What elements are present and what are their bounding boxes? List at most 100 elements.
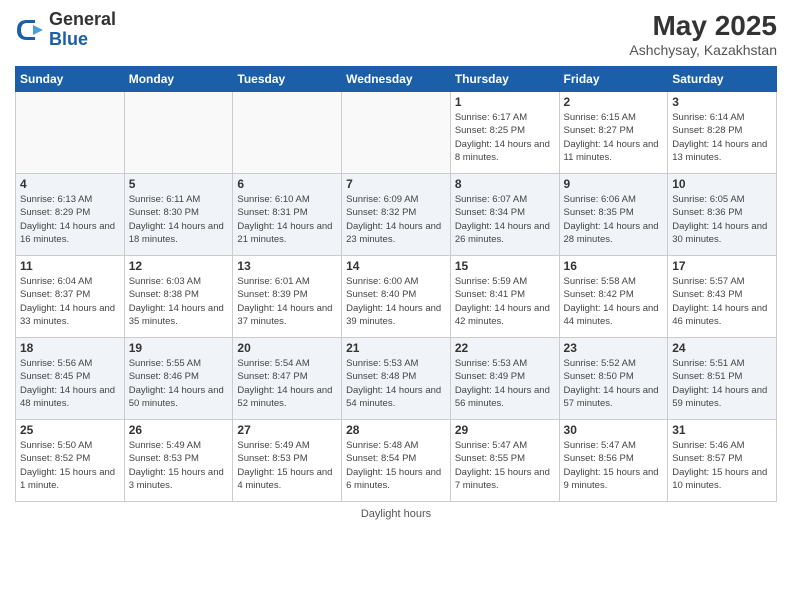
day-number: 23: [564, 341, 664, 355]
day-number: 29: [455, 423, 555, 437]
table-row: 9 Sunrise: 6:06 AM Sunset: 8:35 PM Daylig…: [559, 174, 668, 256]
day-info: Sunrise: 6:01 AM Sunset: 8:39 PM Dayligh…: [237, 275, 337, 328]
title-block: May 2025 Ashchysay, Kazakhstan: [629, 10, 777, 58]
day-info: Sunrise: 5:47 AM Sunset: 8:55 PM Dayligh…: [455, 439, 555, 492]
day-number: 10: [672, 177, 772, 191]
col-tuesday: Tuesday: [233, 67, 342, 92]
day-info: Sunrise: 6:00 AM Sunset: 8:40 PM Dayligh…: [346, 275, 446, 328]
day-number: 13: [237, 259, 337, 273]
table-row: [16, 92, 125, 174]
table-row: 28Sunrise: 5:48 AM Sunset: 8:54 PM Dayli…: [342, 420, 451, 502]
logo: General Blue: [15, 10, 116, 50]
table-row: [124, 92, 233, 174]
day-number: 21: [346, 341, 446, 355]
table-row: 13 Sunrise: 6:01 AM Sunset: 8:39 PM Dayli…: [233, 256, 342, 338]
day-info: Sunrise: 6:06 AM Sunset: 8:35 PM Dayligh…: [564, 193, 664, 246]
logo-general-label: General: [49, 10, 116, 30]
day-info: Sunrise: 6:04 AM Sunset: 8:37 PM Dayligh…: [20, 275, 120, 328]
table-row: 16Sunrise: 5:58 AM Sunset: 8:42 PM Dayli…: [559, 256, 668, 338]
day-info: Sunrise: 6:09 AM Sunset: 8:32 PM Dayligh…: [346, 193, 446, 246]
day-number: 1: [455, 95, 555, 109]
day-info: Sunrise: 5:49 AM Sunset: 8:53 PM Dayligh…: [129, 439, 229, 492]
table-row: 23 Sunrise: 5:52 AM Sunset: 8:50 PM Dayli…: [559, 338, 668, 420]
day-info: Sunrise: 6:14 AM Sunset: 8:28 PM Dayligh…: [672, 111, 772, 164]
day-info: Sunrise: 6:07 AM Sunset: 8:34 PM Dayligh…: [455, 193, 555, 246]
table-row: 30Sunrise: 5:47 AM Sunset: 8:56 PM Dayli…: [559, 420, 668, 502]
day-number: 25: [20, 423, 120, 437]
logo-text: General Blue: [49, 10, 116, 50]
col-friday: Friday: [559, 67, 668, 92]
table-row: 15 Sunrise: 5:59 AM Sunset: 8:41 PM Dayli…: [450, 256, 559, 338]
day-number: 6: [237, 177, 337, 191]
table-row: 17Sunrise: 5:57 AM Sunset: 8:43 PM Dayli…: [668, 256, 777, 338]
main-title: May 2025: [629, 10, 777, 42]
table-row: 7 Sunrise: 6:09 AM Sunset: 8:32 PM Daylig…: [342, 174, 451, 256]
day-info: Sunrise: 5:59 AM Sunset: 8:41 PM Dayligh…: [455, 275, 555, 328]
day-number: 7: [346, 177, 446, 191]
day-info: Sunrise: 6:15 AM Sunset: 8:27 PM Dayligh…: [564, 111, 664, 164]
day-info: Sunrise: 5:52 AM Sunset: 8:50 PM Dayligh…: [564, 357, 664, 410]
day-info: Sunrise: 6:03 AM Sunset: 8:38 PM Dayligh…: [129, 275, 229, 328]
day-info: Sunrise: 5:46 AM Sunset: 8:57 PM Dayligh…: [672, 439, 772, 492]
calendar-week-row: 25 Sunrise: 5:50 AM Sunset: 8:52 PM Dayli…: [16, 420, 777, 502]
table-row: 8Sunrise: 6:07 AM Sunset: 8:34 PM Daylig…: [450, 174, 559, 256]
day-number: 18: [20, 341, 120, 355]
day-number: 2: [564, 95, 664, 109]
day-info: Sunrise: 5:50 AM Sunset: 8:52 PM Dayligh…: [20, 439, 120, 492]
table-row: 27 Sunrise: 5:49 AM Sunset: 8:53 PM Dayli…: [233, 420, 342, 502]
day-number: 4: [20, 177, 120, 191]
day-info: Sunrise: 6:11 AM Sunset: 8:30 PM Dayligh…: [129, 193, 229, 246]
day-info: Sunrise: 6:05 AM Sunset: 8:36 PM Dayligh…: [672, 193, 772, 246]
day-number: 31: [672, 423, 772, 437]
table-row: 5Sunrise: 6:11 AM Sunset: 8:30 PM Daylig…: [124, 174, 233, 256]
day-number: 19: [129, 341, 229, 355]
table-row: 6 Sunrise: 6:10 AM Sunset: 8:31 PM Daylig…: [233, 174, 342, 256]
table-row: 3 Sunrise: 6:14 AM Sunset: 8:28 PM Daylig…: [668, 92, 777, 174]
table-row: 14Sunrise: 6:00 AM Sunset: 8:40 PM Dayli…: [342, 256, 451, 338]
day-info: Sunrise: 5:48 AM Sunset: 8:54 PM Dayligh…: [346, 439, 446, 492]
day-number: 15: [455, 259, 555, 273]
day-number: 26: [129, 423, 229, 437]
col-saturday: Saturday: [668, 67, 777, 92]
day-info: Sunrise: 5:51 AM Sunset: 8:51 PM Dayligh…: [672, 357, 772, 410]
day-info: Sunrise: 6:10 AM Sunset: 8:31 PM Dayligh…: [237, 193, 337, 246]
table-row: 22 Sunrise: 5:53 AM Sunset: 8:49 PM Dayli…: [450, 338, 559, 420]
table-row: 1 Sunrise: 6:17 AM Sunset: 8:25 PM Daylig…: [450, 92, 559, 174]
day-info: Sunrise: 5:49 AM Sunset: 8:53 PM Dayligh…: [237, 439, 337, 492]
table-row: 25 Sunrise: 5:50 AM Sunset: 8:52 PM Dayli…: [16, 420, 125, 502]
logo-icon: [15, 15, 45, 45]
day-info: Sunrise: 5:53 AM Sunset: 8:48 PM Dayligh…: [346, 357, 446, 410]
calendar-week-row: 18Sunrise: 5:56 AM Sunset: 8:45 PM Dayli…: [16, 338, 777, 420]
day-info: Sunrise: 5:55 AM Sunset: 8:46 PM Dayligh…: [129, 357, 229, 410]
table-row: 18Sunrise: 5:56 AM Sunset: 8:45 PM Dayli…: [16, 338, 125, 420]
table-row: 24Sunrise: 5:51 AM Sunset: 8:51 PM Dayli…: [668, 338, 777, 420]
page: General Blue May 2025 Ashchysay, Kazakhs…: [0, 0, 792, 612]
header: General Blue May 2025 Ashchysay, Kazakhs…: [15, 10, 777, 58]
day-number: 11: [20, 259, 120, 273]
day-number: 3: [672, 95, 772, 109]
day-number: 12: [129, 259, 229, 273]
calendar-table: Sunday Monday Tuesday Wednesday Thursday…: [15, 66, 777, 502]
col-sunday: Sunday: [16, 67, 125, 92]
table-row: 26 Sunrise: 5:49 AM Sunset: 8:53 PM Dayli…: [124, 420, 233, 502]
day-number: 27: [237, 423, 337, 437]
day-info: Sunrise: 6:13 AM Sunset: 8:29 PM Dayligh…: [20, 193, 120, 246]
table-row: 20Sunrise: 5:54 AM Sunset: 8:47 PM Dayli…: [233, 338, 342, 420]
day-info: Sunrise: 5:53 AM Sunset: 8:49 PM Dayligh…: [455, 357, 555, 410]
day-number: 30: [564, 423, 664, 437]
table-row: [342, 92, 451, 174]
table-row: 10 Sunrise: 6:05 AM Sunset: 8:36 PM Dayli…: [668, 174, 777, 256]
calendar-week-row: 11 Sunrise: 6:04 AM Sunset: 8:37 PM Dayli…: [16, 256, 777, 338]
day-number: 17: [672, 259, 772, 273]
calendar-week-row: 1 Sunrise: 6:17 AM Sunset: 8:25 PM Daylig…: [16, 92, 777, 174]
col-thursday: Thursday: [450, 67, 559, 92]
day-number: 9: [564, 177, 664, 191]
day-info: Sunrise: 6:17 AM Sunset: 8:25 PM Dayligh…: [455, 111, 555, 164]
logo-blue-label: Blue: [49, 30, 116, 50]
subtitle: Ashchysay, Kazakhstan: [629, 42, 777, 58]
table-row: 4 Sunrise: 6:13 AM Sunset: 8:29 PM Daylig…: [16, 174, 125, 256]
table-row: 19 Sunrise: 5:55 AM Sunset: 8:46 PM Dayli…: [124, 338, 233, 420]
table-row: 29 Sunrise: 5:47 AM Sunset: 8:55 PM Dayli…: [450, 420, 559, 502]
day-number: 22: [455, 341, 555, 355]
day-info: Sunrise: 5:54 AM Sunset: 8:47 PM Dayligh…: [237, 357, 337, 410]
